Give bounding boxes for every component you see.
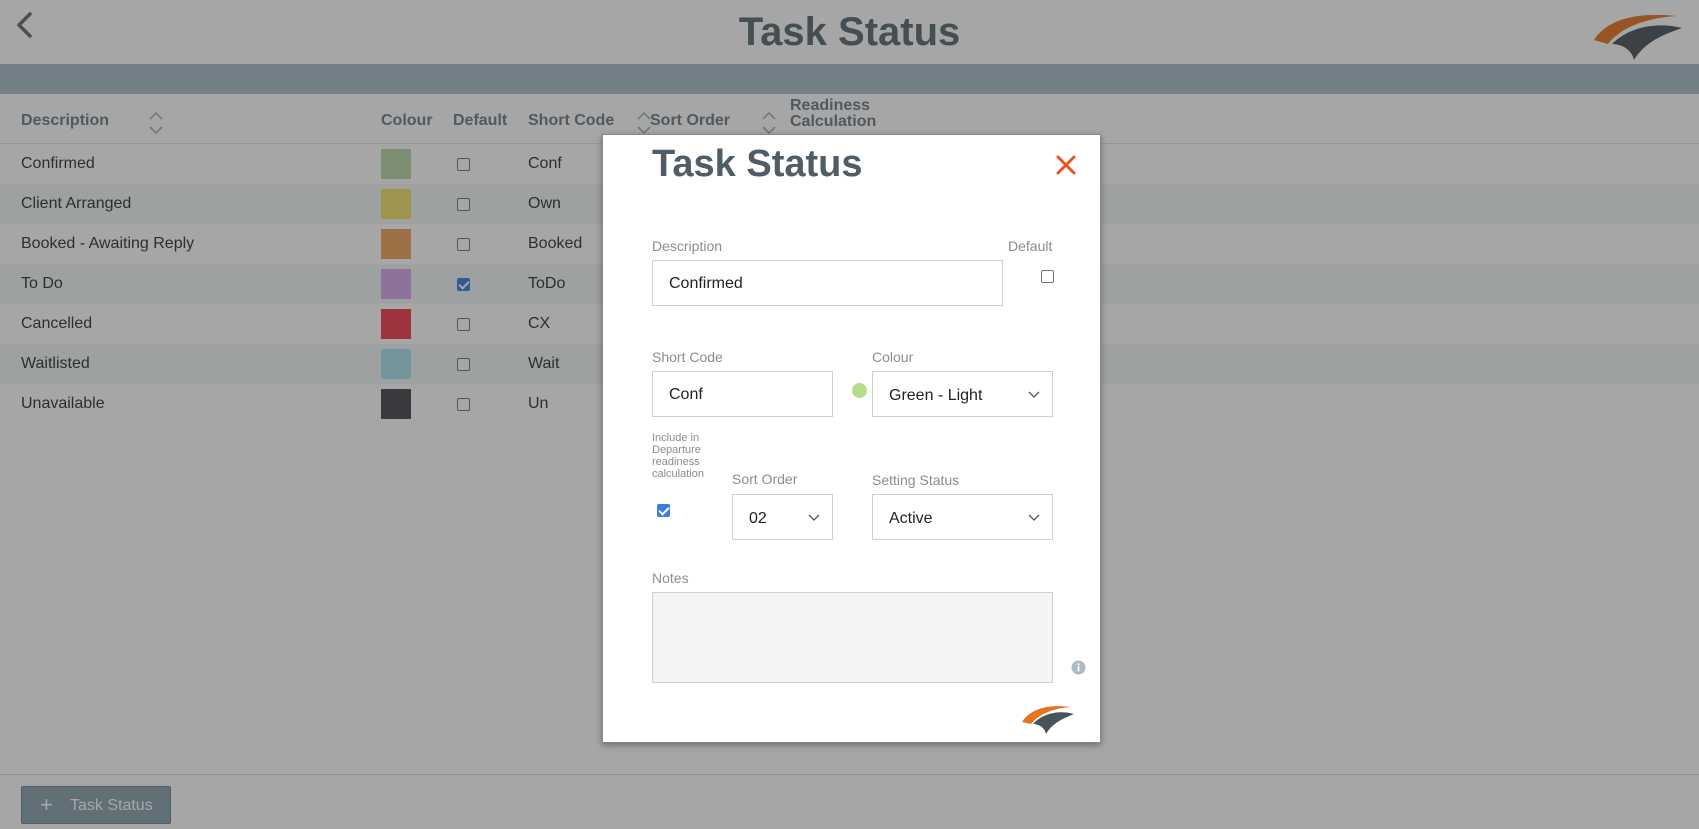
short-code-label: Short Code: [652, 349, 723, 365]
brand-logo: [1022, 706, 1074, 734]
colour-select[interactable]: Green - Light: [872, 371, 1053, 417]
default-label: Default: [1008, 238, 1053, 254]
readiness-checkbox[interactable]: [657, 504, 670, 517]
sort-order-select[interactable]: 02: [732, 494, 833, 540]
description-input[interactable]: Confirmed: [652, 260, 1003, 306]
readiness-label: Include in Departure readiness calculati…: [652, 432, 704, 480]
modal-title: Task Status: [652, 143, 863, 185]
colour-label: Colour: [872, 349, 914, 365]
close-icon[interactable]: [1055, 154, 1077, 176]
sort-order-label: Sort Order: [732, 471, 798, 487]
short-code-input[interactable]: Conf: [652, 371, 833, 417]
setting-status-label: Setting Status: [872, 472, 960, 488]
notes-label: Notes: [652, 570, 689, 586]
task-status-modal: Task Status Description Confirmed Defaul…: [602, 134, 1101, 743]
info-icon[interactable]: [1071, 660, 1086, 675]
chevron-down-icon: [1028, 514, 1040, 521]
setting-status-select[interactable]: Active: [872, 494, 1053, 540]
description-label: Description: [652, 238, 723, 254]
colour-preview-dot: [852, 383, 867, 398]
default-checkbox[interactable]: [1041, 270, 1054, 283]
chevron-down-icon: [1028, 391, 1040, 398]
notes-textarea[interactable]: [652, 592, 1053, 683]
chevron-down-icon: [808, 514, 820, 521]
